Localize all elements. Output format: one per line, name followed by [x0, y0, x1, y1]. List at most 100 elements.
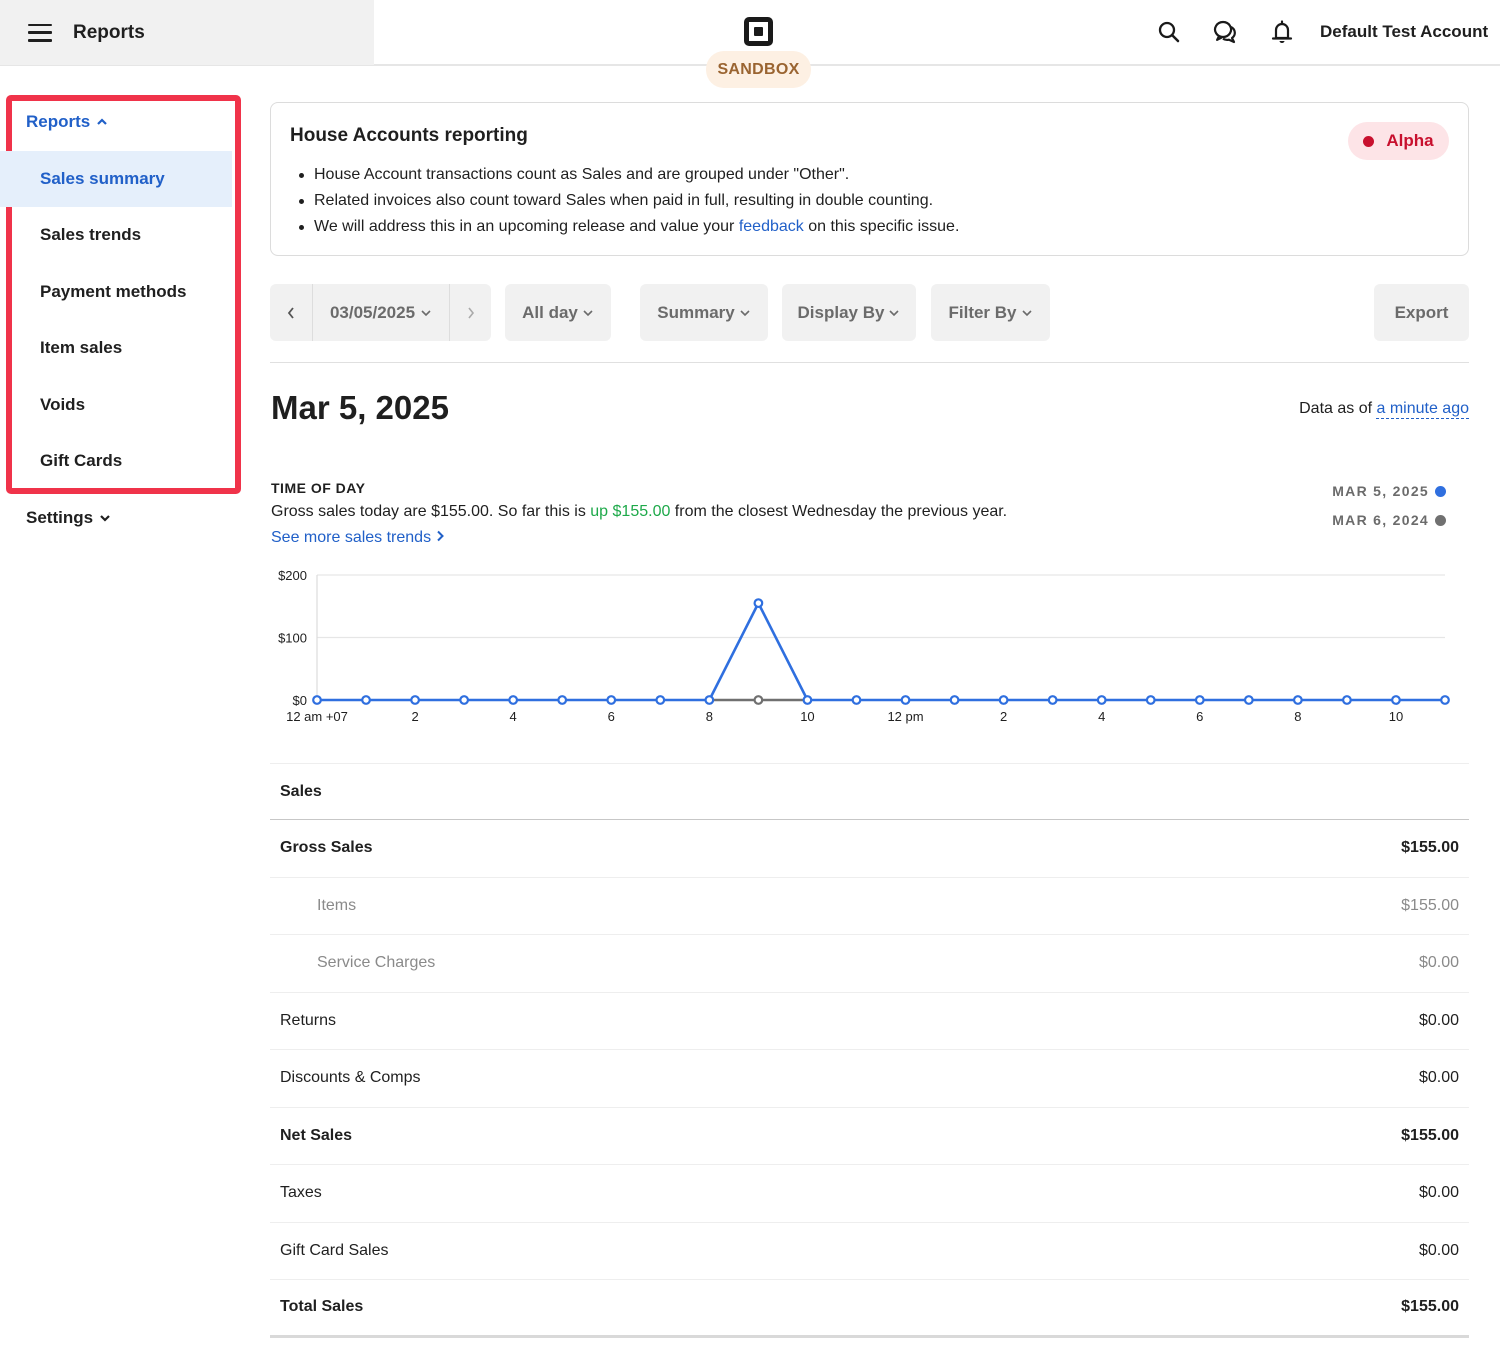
time-of-day-chart: $0 $100 $200 12 am +07 2 4 6 8 10 12 pm 2 4 6 8 10	[278, 568, 1450, 724]
next-date-button[interactable]	[449, 284, 491, 341]
data-point	[753, 695, 764, 705]
summary-dropdown[interactable]: Summary	[640, 284, 768, 341]
report-date-heading: Mar 5, 2025	[271, 389, 449, 426]
chevron-right-icon	[436, 530, 444, 542]
bell-icon[interactable]	[1269, 19, 1295, 45]
display-by-dropdown[interactable]: Display By	[782, 284, 916, 341]
see-more-trends-link[interactable]: See more sales trends	[271, 529, 445, 547]
sidebar-section-settings[interactable]: Settings	[26, 508, 111, 528]
data-point	[1194, 695, 1205, 705]
x-tick-label: 2	[411, 709, 418, 724]
sidebar-section-reports[interactable]: Reports	[26, 112, 108, 132]
sidebar-item-sales-trends[interactable]: Sales trends	[12, 207, 232, 263]
banner-bullet: House Account transactions count as Sale…	[299, 162, 959, 188]
legend-item-current: MAR 5, 2025	[1332, 483, 1446, 499]
row-label: Gift Card Sales	[280, 1241, 389, 1259]
row-label: Total Sales	[280, 1298, 364, 1316]
row-label: Returns	[280, 1011, 337, 1029]
data-point	[459, 695, 470, 705]
chevron-up-icon	[97, 118, 108, 125]
table-row: Discounts & Comps $0.00	[270, 1050, 1469, 1108]
row-value: $0.00	[1418, 954, 1459, 972]
data-point	[655, 695, 666, 705]
legend-label: MAR 5, 2025	[1332, 483, 1429, 499]
data-point	[1096, 695, 1107, 705]
time-range-label: All day	[522, 302, 578, 322]
series-line-current	[317, 601, 1445, 702]
time-range-dropdown[interactable]: All day	[505, 284, 611, 341]
table-row: Total Sales $155.00	[270, 1280, 1469, 1338]
x-tick-label: 8	[1294, 709, 1301, 724]
search-icon[interactable]	[1156, 19, 1182, 45]
sidebar-item-label: Voids	[40, 395, 86, 414]
data-point	[1292, 695, 1303, 705]
bullet-text: We will address this in an upcoming rele…	[314, 218, 739, 235]
banner-bullet: We will address this in an upcoming rele…	[299, 214, 959, 240]
export-button[interactable]: Export	[1374, 284, 1469, 341]
x-tick-label: 10	[1389, 709, 1403, 724]
data-point	[1145, 695, 1156, 705]
x-tick-label: 2	[1000, 709, 1007, 724]
y-tick-label: $0	[293, 693, 307, 708]
date-dropdown[interactable]: 03/05/2025	[313, 284, 449, 341]
sidebar-item-item-sales[interactable]: Item sales	[12, 320, 232, 376]
x-tick-label: 8	[706, 709, 713, 724]
divider	[270, 362, 1469, 363]
row-value: $155.00	[1401, 839, 1459, 857]
banner-title: House Accounts reporting	[290, 125, 528, 146]
data-point	[949, 695, 960, 705]
data-point	[1047, 695, 1058, 705]
row-label: Items	[317, 896, 357, 914]
sidebar-item-label: Sales trends	[40, 225, 142, 244]
alpha-label: Alpha	[1386, 131, 1434, 150]
sidebar-item-label: Item sales	[40, 338, 123, 357]
filter-by-dropdown[interactable]: Filter By	[931, 284, 1050, 341]
summary-change: up $155.00	[590, 503, 671, 520]
square-logo-icon[interactable]	[744, 17, 773, 46]
data-as-of-label: Data as of	[1299, 400, 1377, 417]
data-point	[508, 695, 519, 705]
y-tick-label: $200	[278, 568, 307, 583]
legend-dot-icon	[1435, 514, 1446, 526]
table-row: Taxes $0.00	[270, 1165, 1469, 1223]
filter-by-label: Filter By	[948, 302, 1017, 322]
sidebar-item-voids[interactable]: Voids	[12, 377, 232, 433]
data-point	[802, 695, 813, 705]
table-row: Gross Sales $155.00	[270, 820, 1469, 878]
table-row: Gift Card Sales $0.00	[270, 1223, 1469, 1280]
feedback-link[interactable]: feedback	[739, 218, 804, 235]
data-point	[557, 695, 568, 705]
x-tick-label: 6	[608, 709, 615, 724]
data-as-of-link[interactable]: a minute ago	[1376, 400, 1469, 419]
data-freshness: Data as of a minute ago	[1299, 400, 1469, 419]
data-point	[900, 695, 911, 705]
menu-icon[interactable]	[28, 23, 52, 42]
sales-summary-text: Gross sales today are $155.00. So far th…	[271, 503, 1007, 521]
previous-date-button[interactable]	[270, 284, 313, 341]
data-point	[1243, 695, 1254, 705]
row-label: Service Charges	[317, 954, 436, 972]
row-label: Taxes	[280, 1184, 322, 1202]
data-point	[1342, 695, 1352, 705]
table-row: Returns $0.00	[270, 993, 1469, 1050]
sidebar-item-sales-summary[interactable]: Sales summary	[0, 151, 232, 207]
table-row: Net Sales $155.00	[270, 1108, 1469, 1165]
row-value: $0.00	[1418, 1011, 1459, 1029]
sidebar-item-payment-methods[interactable]: Payment methods	[12, 264, 232, 320]
row-value: $155.00	[1401, 1126, 1459, 1144]
table-header-row: Sales	[270, 764, 1469, 820]
chevron-left-icon	[287, 306, 294, 319]
data-point	[606, 695, 617, 705]
summary-text: Gross sales today are $155.00. So far th…	[271, 503, 591, 520]
data-point	[753, 598, 764, 609]
account-menu[interactable]: Default Test Account	[1320, 22, 1488, 42]
row-value: $155.00	[1401, 1298, 1459, 1316]
page-title: Reports	[73, 21, 145, 43]
time-of-day-label: TIME OF DAY	[271, 480, 366, 496]
row-label: Gross Sales	[280, 839, 373, 857]
banner-bullet: Related invoices also count toward Sales…	[299, 188, 959, 214]
messages-icon[interactable]	[1212, 19, 1238, 45]
sidebar-item-gift-cards[interactable]: Gift Cards	[12, 433, 232, 489]
row-value: $0.00	[1418, 1069, 1459, 1087]
sidebar-section-label: Settings	[26, 508, 94, 527]
